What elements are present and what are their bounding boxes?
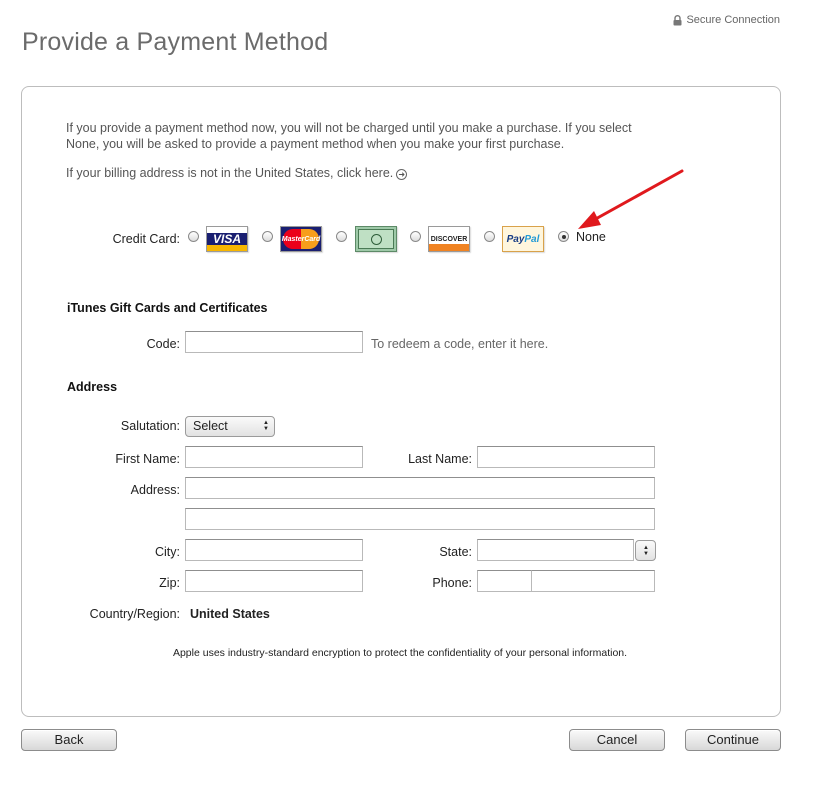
annotation-arrow-icon — [578, 169, 684, 229]
discover-card-icon[interactable]: DISCOVER — [428, 226, 470, 252]
city-input[interactable] — [185, 539, 363, 561]
page-title: Provide a Payment Method — [22, 28, 329, 56]
back-button[interactable]: Back — [21, 729, 117, 751]
amex-radio[interactable] — [336, 231, 347, 242]
country-value: United States — [190, 607, 270, 621]
code-input[interactable] — [185, 331, 363, 353]
salutation-value: Select — [193, 419, 228, 433]
amex-card-icon[interactable] — [355, 226, 397, 252]
state-updown-icon: ▲ ▼ — [643, 545, 649, 557]
discover-card-text: DISCOVER — [430, 235, 468, 243]
phone-area-input[interactable] — [477, 570, 532, 592]
phone-label: Phone: — [432, 576, 472, 590]
country-label: Country/Region: — [89, 607, 180, 621]
continue-button[interactable]: Continue — [685, 729, 781, 751]
state-label: State: — [439, 545, 472, 559]
secure-connection: Secure Connection — [673, 14, 780, 26]
first-name-label: First Name: — [115, 452, 180, 466]
city-label: City: — [155, 545, 180, 559]
billing-link-label: If your billing address is not in the Un… — [66, 166, 394, 180]
first-name-input[interactable] — [185, 446, 363, 468]
last-name-input[interactable] — [477, 446, 655, 468]
address-label: Address: — [130, 483, 180, 497]
salutation-label: Salutation: — [120, 419, 180, 433]
secure-connection-label: Secure Connection — [686, 14, 780, 26]
mastercard-card-icon[interactable]: MasterCard — [280, 226, 322, 252]
encryption-note: Apple uses industry-standard encryption … — [172, 647, 628, 659]
cancel-button[interactable]: Cancel — [569, 729, 665, 751]
state-input[interactable] — [477, 539, 634, 561]
zip-label: Zip: — [159, 576, 180, 590]
zip-input[interactable] — [185, 570, 363, 592]
paypal-card-icon[interactable]: Pay Pal — [502, 226, 544, 252]
mastercard-radio[interactable] — [262, 231, 273, 242]
amex-card-emblem — [358, 229, 394, 249]
salutation-select[interactable]: Select ▲ ▼ — [185, 416, 275, 437]
gift-cards-heading: iTunes Gift Cards and Certificates — [67, 301, 268, 315]
updown-arrows-icon: ▲ ▼ — [263, 420, 269, 432]
code-hint: To redeem a code, enter it here. — [371, 337, 549, 351]
paypal-radio[interactable] — [484, 231, 495, 242]
lock-icon — [673, 14, 682, 25]
visa-radio[interactable] — [188, 231, 199, 242]
address-line2-input[interactable] — [185, 508, 655, 530]
billing-link[interactable]: If your billing address is not in the Un… — [66, 166, 408, 180]
paypal-text-pal: Pal — [524, 233, 540, 245]
discover-radio[interactable] — [410, 231, 421, 242]
intro-text: If you provide a payment method now, you… — [66, 121, 632, 151]
mastercard-card-text: MasterCard — [282, 229, 320, 249]
paypal-text-pay: Pay — [506, 233, 525, 245]
address-heading: Address — [67, 380, 118, 394]
credit-card-label: Credit Card: — [112, 232, 180, 246]
state-stepper[interactable]: ▲ ▼ — [635, 540, 656, 561]
address-line1-input[interactable] — [185, 477, 655, 499]
phone-number-input[interactable] — [531, 570, 655, 592]
arrow-right-circle-icon: ➜ — [396, 169, 408, 180]
last-name-label: Last Name: — [408, 452, 472, 466]
visa-card-icon[interactable]: VISA — [206, 226, 248, 252]
visa-card-text: VISA — [212, 232, 241, 246]
code-label: Code: — [146, 337, 180, 351]
none-radio[interactable] — [558, 231, 569, 242]
